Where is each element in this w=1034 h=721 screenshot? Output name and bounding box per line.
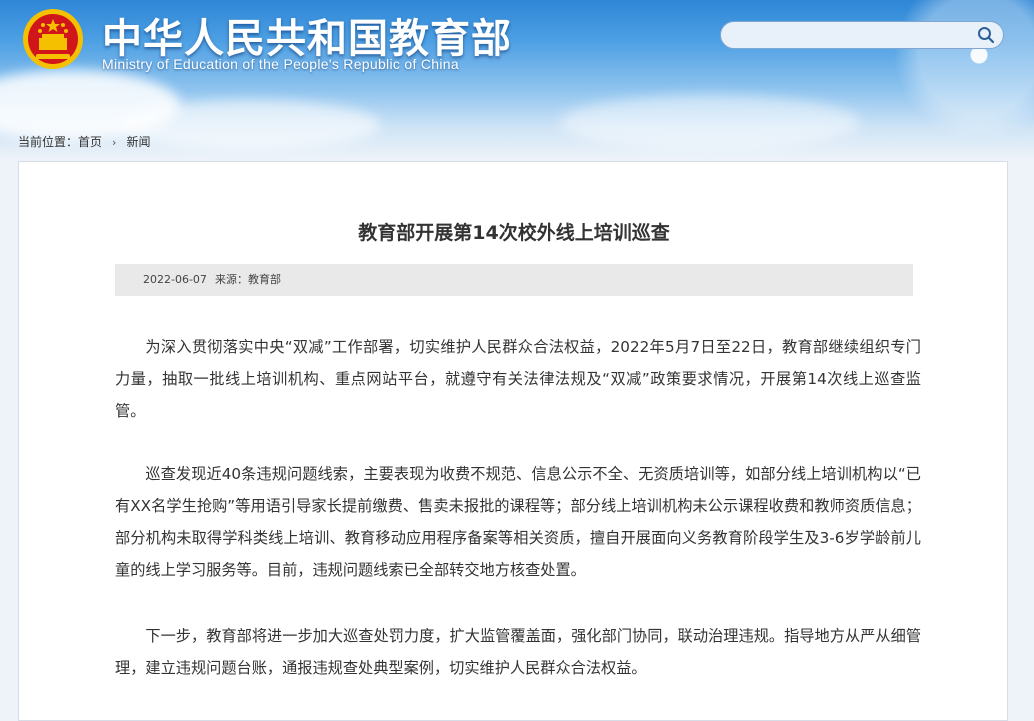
article-source: 来源：教育部 — [215, 273, 281, 286]
national-emblem-icon[interactable] — [22, 8, 84, 70]
breadcrumb: 当前位置：首页 › 新闻 — [18, 133, 150, 150]
chevron-right-icon: › — [112, 136, 117, 149]
cloud-decoration — [120, 100, 380, 150]
article-paragraph: 巡查发现近40条违规问题线索，主要表现为收费不规范、信息公示不全、无资质培训等，… — [115, 465, 921, 579]
site-header: 中华人民共和国教育部 Ministry of Education of the … — [0, 0, 1034, 160]
article-card: 教育部开展第14次校外线上培训巡查 2022-06-07 来源：教育部 为深入贯… — [18, 161, 1008, 721]
search-box — [720, 21, 1004, 49]
article-title: 教育部开展第14次校外线上培训巡查 — [358, 222, 670, 244]
article-date: 2022-06-07 — [143, 273, 207, 286]
search-icon[interactable] — [977, 26, 995, 44]
article-meta-bar: 2022-06-07 来源：教育部 — [115, 264, 913, 296]
breadcrumb-home-link[interactable]: 首页 — [78, 135, 102, 149]
article-paragraph: 为深入贯彻落实中央“双减”工作部署，切实维护人民群众合法权益，2022年5月7日… — [115, 338, 921, 420]
breadcrumb-current-link[interactable]: 新闻 — [126, 135, 150, 149]
article-paragraph: 下一步，教育部将进一步加大巡查处罚力度，扩大监管覆盖面，强化部门协同，联动治理违… — [115, 627, 921, 677]
site-subtitle: Ministry of Education of the People's Re… — [102, 56, 459, 72]
breadcrumb-prefix: 当前位置： — [18, 135, 79, 149]
search-input[interactable] — [733, 25, 977, 47]
cloud-decoration — [560, 95, 860, 150]
